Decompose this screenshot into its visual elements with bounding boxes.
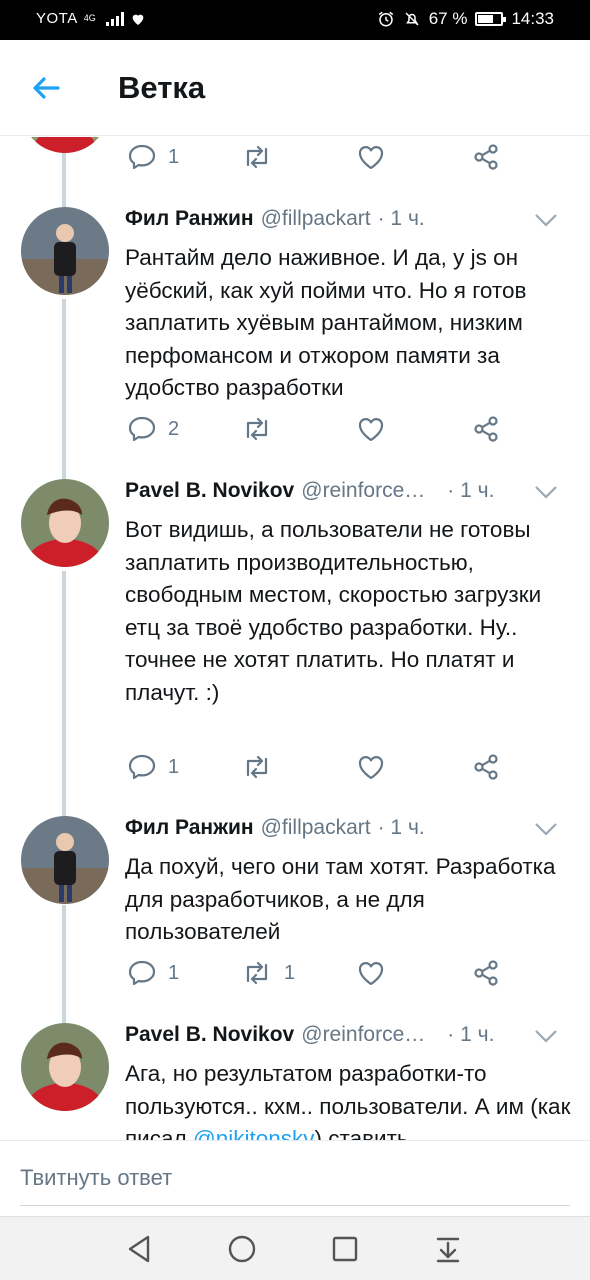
tweet-actions: 1 [128,747,568,787]
retweet-button[interactable] [242,137,272,177]
share-button[interactable] [472,409,500,449]
share-button[interactable] [472,747,500,787]
chevron-down-icon[interactable] [534,485,558,499]
tweet-header: Фил Ранжин @fillpackart · 1 ч. [125,816,576,846]
speech-bubble-icon [128,960,156,986]
reply-button[interactable]: 1 [128,137,179,177]
tweet-text: Рантайм дело наживное. И да, у js он уёб… [125,245,527,400]
page-title: Ветка [118,70,206,105]
timestamp: · 1 ч. [447,479,495,502]
tweet-header: Pavel B. Novikov @reinforce… · 1 ч. [125,479,576,509]
heart-icon [358,756,384,780]
tweet-header: Фил Ранжин @fillpackart · 1 ч. [125,207,576,237]
heart-icon [358,418,384,442]
tweet-text-part: ) ставить [314,1126,409,1140]
reply-button[interactable]: 1 [128,953,179,993]
signal-icon [105,11,124,26]
battery-percent: 67 % [428,9,468,28]
retweet-icon [246,961,268,985]
reply-bar: Твитнуть ответ [0,1140,590,1216]
retweet-icon [246,417,268,441]
thread-list[interactable]: 1 Фил Ранжин @fillpackart · 1 ч. Рантайм… [0,137,590,1140]
clock: 14:33 [511,9,554,28]
avatar[interactable] [21,137,109,153]
app-bar: Ветка [0,40,590,136]
retweet-button[interactable] [242,409,284,449]
carrier-label: YOTA [36,10,78,27]
like-button[interactable] [357,409,397,449]
author-handle[interactable]: @fillpackart [261,207,371,237]
chevron-down-icon[interactable] [534,1029,558,1043]
author-handle[interactable]: @reinforce… [301,1023,425,1053]
reply-count: 1 [168,145,180,168]
retweet-count: 1 [284,961,296,984]
heart-icon [358,962,384,986]
author-handle[interactable]: @fillpackart [261,816,371,846]
retweet-icon [246,755,268,779]
reply-underline [20,1205,570,1206]
heart-status-icon [132,14,144,25]
network-type-label: 4G [83,13,96,23]
share-button[interactable] [472,953,500,993]
mute-bell-icon [405,12,419,26]
heart-icon [358,146,384,170]
system-nav-bar [0,1216,590,1280]
chevron-down-icon[interactable] [534,213,558,227]
chevron-down-icon[interactable] [534,822,558,836]
thread-connector [62,905,66,1024]
author-name[interactable]: Pavel B. Novikov [125,1023,294,1053]
avatar[interactable] [21,207,109,295]
avatar[interactable] [21,479,109,567]
status-bar: YOTA 4G 67 % 14:33 [0,0,590,40]
timestamp: · 1 ч. [377,207,425,230]
speech-bubble-icon [128,754,156,780]
home-circle-icon[interactable] [224,1231,260,1267]
reply-button[interactable]: 1 [128,747,179,787]
tweet-text: Вот видишь, а пользователи не готовы зап… [125,517,542,705]
reply-input[interactable]: Твитнуть ответ [20,1165,172,1191]
author-name[interactable]: Pavel B. Novikov [125,479,294,509]
reply-count: 2 [168,417,180,440]
arrow-left-icon[interactable] [28,70,64,106]
author-handle[interactable]: @reinforce… [301,479,425,509]
like-button[interactable] [357,137,385,177]
tweet-header: Pavel B. Novikov @reinforce… · 1 ч. [125,1023,576,1053]
share-icon [474,754,498,780]
tweet-actions: 1 [128,137,568,177]
tweet-text: Ага, но результатом разработки-то пользу… [125,1058,573,1140]
notification-pulldown-icon[interactable] [430,1231,466,1267]
tweet-actions: 1 1 [128,953,568,993]
like-button[interactable] [357,953,397,993]
author-name[interactable]: Фил Ранжин [125,207,254,237]
speech-bubble-icon [128,416,156,442]
reply-button[interactable]: 2 [128,409,179,449]
battery-icon [475,12,507,26]
tweet-actions: 2 [128,409,568,449]
back-triangle-icon[interactable] [122,1231,158,1267]
share-icon [474,960,498,986]
share-button[interactable] [472,137,500,177]
share-icon [474,416,498,442]
reply-count: 1 [168,961,180,984]
speech-bubble-icon [128,144,156,170]
avatar[interactable] [21,1023,109,1111]
author-name[interactable]: Фил Ранжин [125,816,254,846]
timestamp: · 1 ч. [377,816,425,839]
recents-square-icon[interactable] [327,1231,363,1267]
tweet-text: Да похуй, чего они там хотят. Разработка… [125,854,556,944]
retweet-icon [246,145,268,169]
retweet-button[interactable]: 1 [242,953,295,993]
retweet-button[interactable] [242,747,284,787]
mention-link[interactable]: @nikitonskv [193,1126,315,1140]
timestamp: · 1 ч. [447,1023,495,1046]
alarm-icon [378,11,393,27]
reply-count: 1 [168,755,180,778]
like-button[interactable] [357,747,397,787]
share-icon [474,144,498,170]
avatar[interactable] [21,816,109,904]
